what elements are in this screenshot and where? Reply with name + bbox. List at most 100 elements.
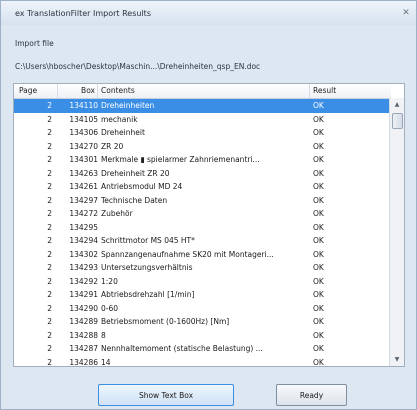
title-bar[interactable]: ex TranslationFilter Import Results ✕ xyxy=(1,1,416,25)
row-page-cell: 2 xyxy=(47,182,52,191)
scroll-thumb[interactable] xyxy=(392,113,403,129)
row-box-cell: 134261 xyxy=(69,182,98,191)
scroll-down-icon[interactable]: ▼ xyxy=(390,353,404,366)
row-page-cell: 2 xyxy=(47,276,52,286)
table-row[interactable]: 2 134297 Technische Daten OK xyxy=(14,194,391,208)
row-page-cell: 2 xyxy=(47,141,52,151)
table-row[interactable]: 2 134286 14 OK xyxy=(14,356,391,367)
table-row[interactable]: 2 134105 mechanik OK xyxy=(14,113,391,127)
row-page-cell: 2 xyxy=(47,344,52,353)
row-contents-cell: 14 xyxy=(101,357,111,367)
row-contents-cell: 0-60 xyxy=(101,303,119,313)
ready-button[interactable]: Ready xyxy=(276,384,347,406)
row-contents-cell: 1:20 xyxy=(101,276,118,286)
row-page-cell: 2 xyxy=(47,290,52,299)
table-row[interactable]: 2 134272 Zubehör OK xyxy=(14,207,391,221)
row-page-cell: 2 xyxy=(47,195,52,205)
row-contents-cell: Abtriebsdrehzahl [1/min] xyxy=(101,290,195,299)
window-title: ex TranslationFilter Import Results xyxy=(15,9,151,18)
row-result-cell: OK xyxy=(313,195,324,205)
row-contents-cell: mechanik xyxy=(101,114,138,124)
row-result-cell: OK xyxy=(313,249,324,259)
row-result-cell: OK xyxy=(313,128,324,137)
row-page-cell: 2 xyxy=(47,249,52,259)
list-header: Page Box Contents Result xyxy=(14,84,391,99)
table-row[interactable]: 2 134289 Betriebsmoment (0-1600Hz) [Nm] OK xyxy=(14,315,391,329)
row-result-cell: OK xyxy=(313,222,324,232)
row-contents-cell: Zubehör xyxy=(101,209,133,218)
column-header-page[interactable]: Page xyxy=(14,84,58,98)
row-contents-cell: Spannzangenaufnahme SK20 mit Montageri..… xyxy=(101,249,274,259)
row-box-cell: 134292 xyxy=(69,276,98,286)
row-page-cell: 2 xyxy=(47,209,52,218)
table-row[interactable]: 2 134292 1:20 OK xyxy=(14,275,391,289)
row-result-cell: OK xyxy=(313,303,324,313)
row-box-cell: 134291 xyxy=(69,290,98,299)
table-row[interactable]: 2 134293 Untersetzungsverhältnis OK xyxy=(14,261,391,275)
column-header-result[interactable]: Result xyxy=(310,84,391,98)
row-result-cell: OK xyxy=(313,290,324,299)
row-contents-cell: Technische Daten xyxy=(101,195,168,205)
row-box-cell: 134286 xyxy=(69,357,98,367)
row-page-cell: 2 xyxy=(47,155,52,164)
table-row[interactable]: 2 134301 Merkmale ▮ spielarmer Zahnriemena… xyxy=(14,153,391,167)
row-contents-cell: Dreheinheit xyxy=(101,128,145,137)
row-result-cell: OK xyxy=(313,263,324,272)
row-box-cell: 134105 xyxy=(69,114,98,124)
row-box-cell: 134290 xyxy=(69,303,98,313)
row-result-cell: OK xyxy=(313,236,324,245)
table-row[interactable]: 2 134261 Antriebsmodul MD 24 OK xyxy=(14,180,391,194)
row-contents-cell: Merkmale ▮ spielarmer Zahnriemenantri... xyxy=(101,155,260,164)
import-file-path: C:\Users\hboscher\Desktop\Maschin...\Dre… xyxy=(15,62,261,71)
row-result-cell: OK xyxy=(313,182,324,191)
row-box-cell: 134272 xyxy=(69,209,98,218)
row-box-cell: 134297 xyxy=(69,195,98,205)
row-result-cell: OK xyxy=(313,344,324,353)
row-page-cell: 2 xyxy=(47,222,52,232)
row-result-cell: OK xyxy=(313,330,324,340)
table-row[interactable]: 2 134291 Abtriebsdrehzahl [1/min] OK xyxy=(14,288,391,302)
column-header-contents[interactable]: Contents xyxy=(98,84,310,98)
row-contents-cell: Dreheinheiten xyxy=(101,101,155,110)
scroll-up-icon[interactable]: ▲ xyxy=(390,98,404,111)
close-icon[interactable]: ✕ xyxy=(400,7,412,19)
table-row[interactable]: 2 134287 Nennhaltemoment (statische Belast… xyxy=(14,342,391,356)
list-rows: 2 134110 Dreheinheiten OK 2 134105 mechanik OK 2… xyxy=(14,99,391,367)
import-results-window: ex TranslationFilter Import Results ✕ Im… xyxy=(0,0,417,410)
row-box-cell: 134306 xyxy=(69,128,98,137)
row-page-cell: 2 xyxy=(47,128,52,137)
results-list[interactable]: Page Box Contents Result 2 134110 Dreheinh… xyxy=(13,83,405,367)
row-contents-cell: Nennhaltemoment (statische Belastung) ..… xyxy=(101,344,263,353)
row-contents-cell: Untersetzungsverhältnis xyxy=(101,263,193,272)
row-result-cell: OK xyxy=(313,155,324,164)
row-box-cell: 134110 xyxy=(69,101,98,110)
row-page-cell: 2 xyxy=(47,114,52,124)
table-row[interactable]: 2 134110 Dreheinheiten OK xyxy=(14,99,391,113)
vertical-scrollbar[interactable]: ▲ ▼ xyxy=(389,98,404,366)
row-page-cell: 2 xyxy=(47,263,52,272)
table-row[interactable]: 2 134288 8 OK xyxy=(14,329,391,343)
row-page-cell: 2 xyxy=(47,330,52,340)
row-result-cell: OK xyxy=(313,317,324,326)
show-text-box-button[interactable]: Show Text Box xyxy=(98,384,234,406)
table-row[interactable]: 2 134294 Schrittmotor MS 045 HT* OK xyxy=(14,234,391,248)
row-page-cell: 2 xyxy=(47,303,52,313)
row-box-cell: 134263 xyxy=(69,168,98,178)
row-contents-cell: Betriebsmoment (0-1600Hz) [Nm] xyxy=(101,317,230,326)
table-row[interactable]: 2 134263 Dreheinheit ZR 20 OK xyxy=(14,167,391,181)
table-row[interactable]: 2 134270 ZR 20 OK xyxy=(14,140,391,154)
row-page-cell: 2 xyxy=(47,168,52,178)
import-file-label: Import file xyxy=(15,39,54,48)
table-row[interactable]: 2 134302 Spannzangenaufnahme SK20 mit Mont… xyxy=(14,248,391,262)
row-box-cell: 134294 xyxy=(69,236,98,245)
row-page-cell: 2 xyxy=(47,236,52,245)
column-header-box[interactable]: Box xyxy=(58,84,98,98)
table-row[interactable]: 2 134290 0-60 OK xyxy=(14,302,391,316)
table-row[interactable]: 2 134306 Dreheinheit OK xyxy=(14,126,391,140)
row-box-cell: 134295 xyxy=(69,222,98,232)
row-box-cell: 134289 xyxy=(69,317,98,326)
row-contents-cell: Antriebsmodul MD 24 xyxy=(101,182,183,191)
table-row[interactable]: 2 134295 OK xyxy=(14,221,391,235)
row-result-cell: OK xyxy=(313,101,324,110)
row-contents-cell: 8 xyxy=(101,330,106,340)
